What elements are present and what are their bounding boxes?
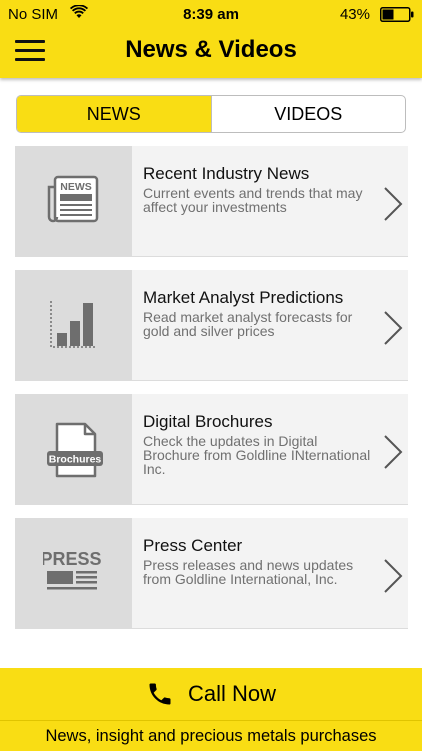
item-title: Market Analyst Predictions: [143, 288, 344, 307]
press-icon-label: PRESS: [43, 549, 102, 569]
newspaper-icon: NEWS: [47, 175, 99, 223]
battery-icon: [380, 7, 414, 22]
call-now-button[interactable]: Call Now: [0, 668, 422, 720]
brochure-icon: Brochures: [47, 422, 103, 478]
item-description: Check the updates in Digital Brochure fr…: [143, 433, 371, 477]
item-description: Press releases and news updates from Gol…: [143, 557, 354, 587]
thumbnail: Brochures: [15, 394, 132, 504]
bar-chart-icon: [50, 301, 97, 348]
tab-videos[interactable]: VIDEOS: [212, 96, 406, 132]
list-item-recent-industry-news[interactable]: NEWS Recent Industry News Current events…: [15, 146, 408, 257]
top-bar: No SIM 8:39 am 43% News & Videos: [0, 0, 422, 78]
wifi-icon: [70, 5, 88, 18]
chevron-right-icon: [384, 435, 403, 469]
thumbnail: NEWS: [15, 146, 132, 256]
call-now-label: Call Now: [187, 681, 277, 706]
thumbnail: PRESS: [15, 518, 132, 628]
item-title: Recent Industry News: [143, 164, 310, 183]
newspaper-icon-label: NEWS: [60, 181, 92, 193]
page-title: News & Videos: [125, 36, 297, 63]
chevron-right-icon: [384, 559, 403, 593]
brochure-icon-label: Brochures: [49, 454, 102, 466]
phone-icon: [149, 683, 171, 705]
chevron-right-icon: [384, 187, 403, 221]
list-item-market-analyst-predictions[interactable]: Market Analyst Predictions Read market a…: [15, 270, 408, 381]
thumbnail: [15, 270, 132, 380]
carrier-label: No SIM: [8, 6, 59, 23]
chevron-right-icon: [384, 311, 403, 345]
hamburger-menu-icon[interactable]: [12, 36, 48, 66]
battery-percent: 43%: [339, 6, 370, 23]
item-description: Read market analyst forecasts for gold a…: [143, 309, 353, 339]
list-item-digital-brochures[interactable]: Brochures Digital Brochures Check the up…: [15, 394, 408, 505]
item-title: Press Center: [143, 536, 243, 555]
status-bar: No SIM 8:39 am 43%: [0, 0, 422, 30]
footer-tagline: News, insight and precious metals purcha…: [0, 720, 422, 751]
press-icon: PRESS: [43, 549, 102, 590]
list-item-press-center[interactable]: PRESS Press Center Press releases and ne…: [15, 518, 408, 629]
item-title: Digital Brochures: [143, 412, 273, 431]
tab-news[interactable]: NEWS: [17, 96, 212, 132]
news-videos-segmented-control: NEWS VIDEOS: [16, 95, 406, 133]
item-description: Current events and trends that may affec…: [143, 185, 363, 215]
